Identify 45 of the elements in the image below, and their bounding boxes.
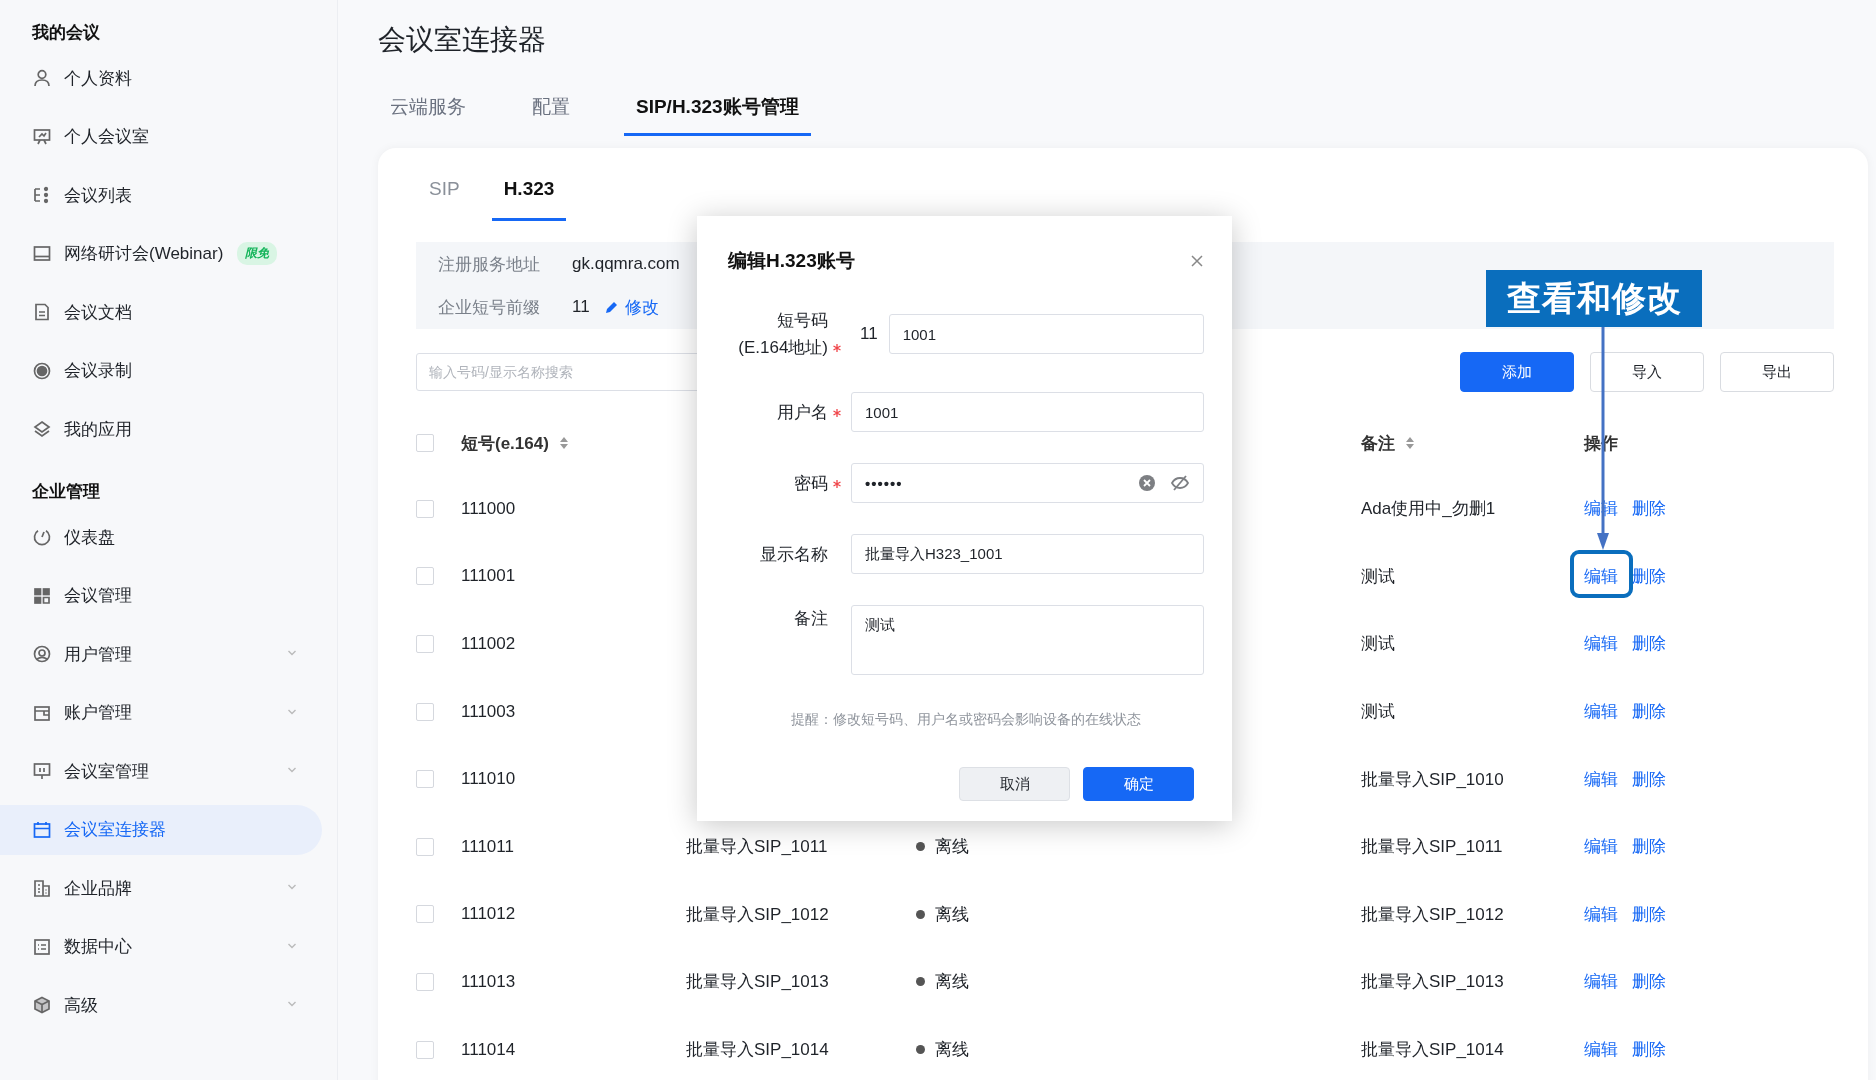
callout-label: 查看和修改 xyxy=(1486,270,1702,327)
password-dots: •••••• xyxy=(865,474,904,492)
table-cell-text: Ada使用中_勿删1 xyxy=(1361,498,1497,521)
table-cell-text: 批量导入SIP_1014 xyxy=(1361,1039,1505,1062)
info-label: 注册服务地址 xyxy=(438,253,541,276)
page-title: 会议室连接器 xyxy=(378,23,547,57)
table-cell-text: 批量导入SIP_1011 xyxy=(1361,836,1504,859)
info-value: 11 xyxy=(572,297,590,317)
sidebar-section-title: 我的会议 xyxy=(31,22,101,44)
status-text: 离线 xyxy=(935,903,969,926)
table-cell-text: 批量导入SIP_1012 xyxy=(1361,903,1505,926)
status-text: 离线 xyxy=(935,1039,969,1062)
status-text: 离线 xyxy=(935,836,969,859)
table-cell-text: 111014 xyxy=(461,1039,517,1060)
table-cell-text: 111010 xyxy=(461,769,517,790)
table-cell-text: 测试 xyxy=(1361,633,1396,656)
prefix-text: 11 xyxy=(859,324,878,344)
field-label: 用户名 xyxy=(777,401,828,424)
dialog-title: 编辑H.323账号 xyxy=(728,249,855,273)
field-label: 密码 xyxy=(794,472,828,495)
table-cell-text: 批量导入SIP_1014 xyxy=(686,1039,830,1062)
hint-text: 提醒：修改短号码、用户名或密码会影响设备的在线状态 xyxy=(790,711,1142,729)
field-label: 显示名称 xyxy=(760,543,828,566)
sidebar-section-title: 企业管理 xyxy=(31,481,101,503)
free-badge: 限免 xyxy=(237,242,278,265)
column-header: 备注 xyxy=(1361,432,1395,455)
info-label: 企业短号前缀 xyxy=(438,296,541,319)
table-cell-text: 测试 xyxy=(1361,565,1396,588)
table-cell-text: 111001 xyxy=(461,566,517,587)
table-cell-text: 批量导入SIP_1011 xyxy=(686,836,829,859)
table-cell-text: 测试 xyxy=(1361,701,1396,724)
status-text: 离线 xyxy=(935,971,969,994)
table-cell-text: 111000 xyxy=(461,498,517,519)
table-cell-text: 批量导入SIP_1013 xyxy=(1361,971,1505,994)
table-cell-text: 批量导入SIP_1013 xyxy=(686,971,830,994)
table-cell-text: 批量导入SIP_1012 xyxy=(686,903,830,926)
info-value: gk.qqmra.com xyxy=(572,254,680,274)
table-cell-text: 111011 xyxy=(461,836,515,857)
table-cell-text: 111012 xyxy=(461,904,517,925)
field-label: 备注 xyxy=(794,608,828,630)
table-cell-text: 111013 xyxy=(461,971,517,992)
column-header: 短号(e.164) xyxy=(461,432,549,455)
table-cell-text: 111002 xyxy=(461,634,517,654)
table-cell-text: 批量导入SIP_1010 xyxy=(1361,768,1505,791)
table-cell-text: 111003 xyxy=(461,701,517,722)
